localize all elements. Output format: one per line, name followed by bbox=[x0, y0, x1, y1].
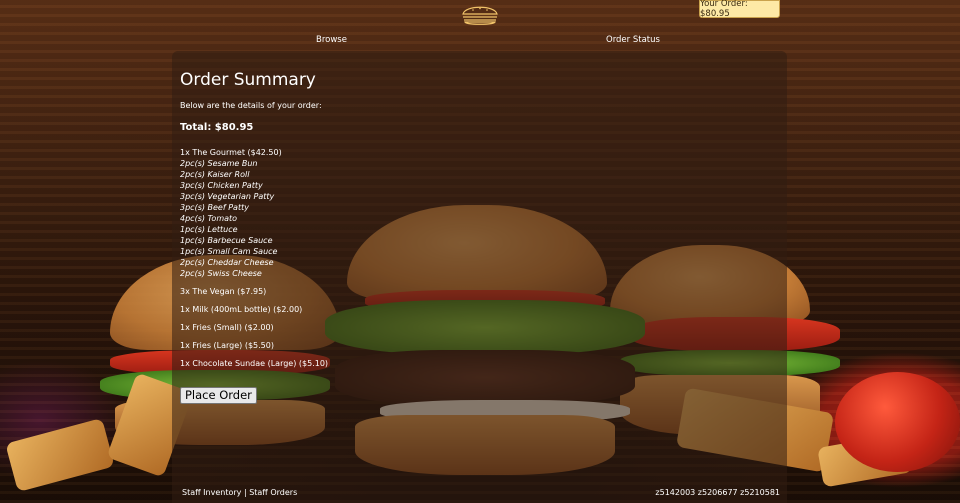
footer-student-ids: z5142003 z5206677 z5210581 bbox=[655, 488, 780, 497]
order-item-ingredient: 2pc(s) Kaiser Roll bbox=[180, 170, 250, 179]
background-fries-right2 bbox=[817, 432, 913, 488]
order-item-label: 1x Milk (400mL bottle) ($2.00) bbox=[180, 305, 303, 314]
page-title: Order Summary bbox=[180, 70, 316, 90]
your-order-button[interactable]: Your Order: $80.95 bbox=[699, 0, 780, 19]
order-summary-panel: Order Summary Below are the details of y… bbox=[172, 51, 787, 503]
order-item-label: 1x Fries (Large) ($5.50) bbox=[180, 341, 274, 350]
order-item-ingredient: 1pc(s) Lettuce bbox=[180, 225, 238, 234]
order-item-ingredient: 2pc(s) Cheddar Cheese bbox=[180, 258, 274, 267]
order-item-label: 3x The Vegan ($7.95) bbox=[180, 287, 267, 296]
order-item: 1x Fries (Small) ($2.00) bbox=[180, 322, 779, 333]
order-item-label: 1x The Gourmet ($42.50) bbox=[180, 148, 282, 157]
order-item-label: 1x Chocolate Sundae (Large) ($5.10) bbox=[180, 359, 329, 368]
order-item-ingredient: 2pc(s) Swiss Cheese bbox=[180, 269, 262, 278]
order-item: 1x Chocolate Sundae (Large) ($5.10) bbox=[180, 358, 779, 369]
order-item: 3x The Vegan ($7.95) bbox=[180, 286, 779, 297]
order-item-label: 1x Fries (Small) ($2.00) bbox=[180, 323, 274, 332]
place-order-button[interactable]: Place Order bbox=[180, 387, 257, 404]
footer-separator: | bbox=[243, 488, 247, 497]
order-item-ingredient: 1pc(s) Barbecue Sauce bbox=[180, 236, 273, 245]
order-item-ingredient: 2pc(s) Sesame Bun bbox=[180, 159, 258, 168]
order-total: Total: $80.95 bbox=[180, 122, 254, 133]
order-item: 1x Fries (Large) ($5.50) bbox=[180, 340, 779, 351]
burger-logo-icon[interactable] bbox=[461, 4, 499, 26]
staff-orders-link[interactable]: Staff Orders bbox=[249, 488, 297, 497]
order-item: 1x The Gourmet ($42.50) 2pc(s) Sesame Bun… bbox=[180, 147, 779, 279]
nav-order-status-link[interactable]: Order Status bbox=[606, 35, 660, 45]
order-items-list: 1x The Gourmet ($42.50) 2pc(s) Sesame Bun… bbox=[180, 147, 779, 369]
background-fries-left bbox=[5, 417, 115, 493]
order-item-ingredient: 4pc(s) Tomato bbox=[180, 214, 238, 223]
summary-intro: Below are the details of your order: bbox=[180, 101, 322, 110]
order-item-ingredient: 3pc(s) Chicken Patty bbox=[180, 181, 263, 190]
nav-browse-link[interactable]: Browse bbox=[316, 35, 347, 45]
footer-links: Staff Inventory | Staff Orders bbox=[182, 488, 297, 497]
order-item-ingredient: 3pc(s) Beef Patty bbox=[180, 203, 249, 212]
staff-inventory-link[interactable]: Staff Inventory bbox=[182, 488, 241, 497]
order-item-ingredient: 1pc(s) Small Cam Sauce bbox=[180, 247, 278, 256]
order-item-ingredient: 3pc(s) Vegetarian Patty bbox=[180, 192, 275, 201]
order-item: 1x Milk (400mL bottle) ($2.00) bbox=[180, 304, 779, 315]
